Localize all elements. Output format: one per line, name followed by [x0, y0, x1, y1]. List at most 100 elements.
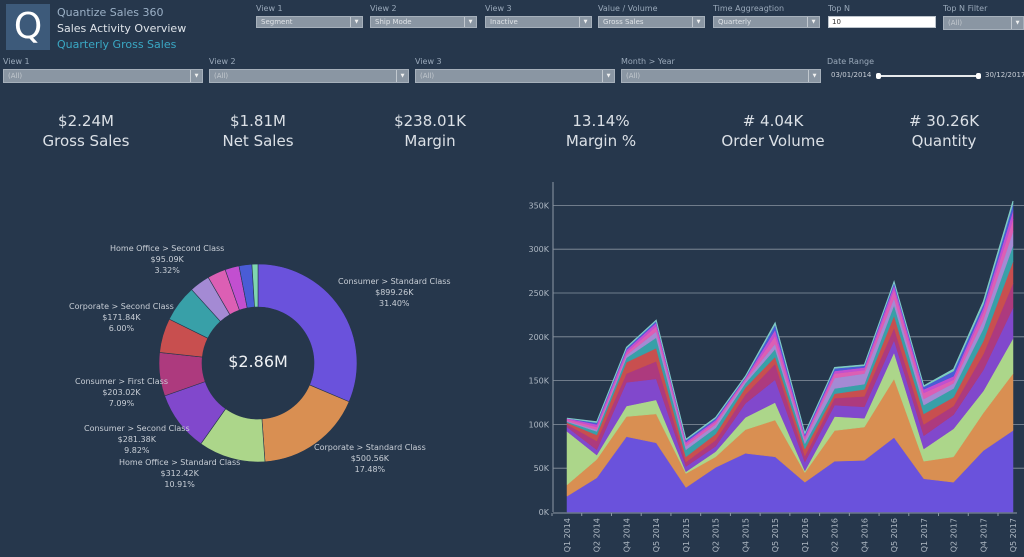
filter-view1: View 1 Segment ▼: [256, 3, 363, 28]
x-tick-label: Q4 2015: [741, 518, 750, 552]
date-range-filter: Date Range 03/01/2014 30/12/2017: [827, 56, 1024, 84]
x-tick-label: Q1 2016: [801, 518, 810, 552]
value-volume-select[interactable]: Gross Sales ▼: [598, 16, 705, 28]
view1-values-select[interactable]: (All) ▼: [3, 69, 203, 83]
x-tick-label: Q2 2014: [593, 518, 602, 552]
select-value: (All): [626, 72, 641, 80]
filter-label: Value / Volume: [598, 4, 658, 13]
x-tick-label: Q1 2015: [682, 518, 691, 552]
view3-values-select[interactable]: (All) ▼: [415, 69, 615, 83]
kpi-value: $238.01K: [394, 112, 466, 130]
select-value: (All): [948, 19, 963, 27]
date-range-label: Date Range: [827, 57, 875, 66]
donut-label: Consumer > Standard Class $899.26K 31.40…: [338, 276, 451, 309]
date-range-end: 30/12/2017: [985, 71, 1024, 79]
kpi-value: # 30.26K: [908, 112, 980, 130]
slice-name: Home Office > Standard Class: [119, 458, 241, 467]
x-tick-label: Q5 2014: [652, 518, 661, 552]
kpi-value: # 4.04K: [742, 112, 804, 130]
slider-track[interactable]: [878, 75, 978, 77]
slider-handle-start[interactable]: [876, 73, 881, 79]
y-tick-label: 250K: [528, 289, 549, 298]
filter-label: View 3: [485, 4, 512, 13]
donut-label: Corporate > Second Class $171.84K 6.00%: [69, 301, 174, 334]
chevron-down-icon[interactable]: ▼: [464, 17, 476, 27]
y-tick-label: 200K: [528, 333, 549, 342]
x-tick-label: Q5 2015: [771, 518, 780, 552]
filter-label: View 1: [3, 57, 30, 66]
x-tick-label: Q4 2016: [860, 518, 869, 552]
view2-select[interactable]: Ship Mode ▼: [370, 16, 477, 28]
select-value: Ship Mode: [375, 18, 412, 26]
chevron-down-icon[interactable]: ▼: [350, 17, 362, 27]
chevron-down-icon[interactable]: ▼: [396, 70, 408, 82]
view-title: Quarterly Gross Sales: [57, 38, 177, 51]
chevron-down-icon[interactable]: ▼: [1011, 17, 1023, 29]
date-range-slider: 03/01/2014 30/12/2017: [827, 70, 1024, 84]
slice-value: $899.26K: [375, 288, 414, 297]
slice-name: Consumer > First Class: [75, 377, 169, 386]
slice-value: $171.84K: [102, 313, 141, 322]
header-titles: Quantize Sales 360 Sales Activity Overvi…: [57, 5, 186, 53]
kpi-margin-pct: 13.14% Margin %: [516, 112, 686, 152]
view1-select[interactable]: Segment ▼: [256, 16, 363, 28]
x-tick-label: Q4 2017: [979, 518, 988, 552]
view2-values-select[interactable]: (All) ▼: [209, 69, 409, 83]
stacked-area-chart: 0K 50K 100K 150K 200K 250K 300K 350K Q1 2014 Q2 2…: [528, 182, 1024, 552]
kpi-value: $1.81M: [230, 112, 286, 130]
filter-view3-values: View 3 (All) ▼: [415, 56, 615, 83]
select-value: (All): [214, 72, 229, 80]
filter-label: View 2: [209, 57, 236, 66]
time-aggregation-select[interactable]: Quarterly ▼: [713, 16, 820, 28]
chevron-down-icon[interactable]: ▼: [190, 70, 202, 82]
chevron-down-icon[interactable]: ▼: [602, 70, 614, 82]
x-tick-label: Q5 2016: [890, 518, 899, 552]
top-n-filter-select[interactable]: (All) ▼: [943, 16, 1024, 30]
kpi-name: Margin %: [565, 132, 637, 150]
kpi-value: 13.14%: [572, 112, 630, 130]
date-range-start: 03/01/2014: [831, 71, 872, 79]
donut-label: Consumer > First Class $203.02K 7.09%: [75, 376, 168, 409]
x-tick-label: Q5 2017: [1009, 518, 1018, 552]
kpi-gross-sales: $2.24M Gross Sales: [1, 112, 171, 152]
y-tick-label: 0K: [539, 508, 550, 517]
filter-view2: View 2 Ship Mode ▼: [370, 3, 477, 28]
y-tick-label: 350K: [528, 201, 549, 210]
kpi-order-volume: # 4.04K Order Volume: [688, 112, 858, 152]
chevron-down-icon[interactable]: ▼: [579, 17, 591, 27]
filter-view3: View 3 Inactive ▼: [485, 3, 592, 28]
chevron-down-icon[interactable]: ▼: [692, 17, 704, 27]
slice-pct: 3.32%: [154, 266, 180, 275]
filter-label: View 2: [370, 4, 397, 13]
slice-pct: 7.09%: [108, 399, 135, 408]
top-n-input[interactable]: 10: [828, 16, 936, 28]
slice-name: Corporate > Second Class: [69, 302, 174, 311]
kpi-name: Quantity: [911, 132, 977, 150]
dashboard-subtitle: Sales Activity Overview: [57, 22, 187, 35]
kpi-quantity: # 30.26K Quantity: [859, 112, 1024, 152]
slice-name: Consumer > Second Class: [84, 424, 190, 433]
filter-view1-values: View 1 (All) ▼: [3, 56, 203, 83]
slice-name: Corporate > Standard Class: [314, 443, 426, 452]
x-tick-label: Q4 2014: [622, 518, 631, 552]
app-logo: Q: [6, 4, 50, 50]
slice-value: $203.02K: [102, 388, 141, 397]
x-tick-label: Q2 2017: [950, 518, 959, 552]
month-year-select[interactable]: (All) ▼: [621, 69, 821, 83]
select-value: Gross Sales: [603, 18, 644, 26]
kpi-net-sales: $1.81M Net Sales: [173, 112, 343, 152]
y-tick-label: 300K: [528, 245, 549, 254]
filter-time-aggregation: Time Aggreagtion Quarterly ▼: [713, 3, 820, 28]
chevron-down-icon[interactable]: ▼: [807, 17, 819, 27]
x-tick-label: Q1 2014: [563, 518, 572, 552]
chevron-down-icon[interactable]: ▼: [808, 70, 820, 82]
x-tick-label: Q2 2015: [712, 518, 721, 552]
kpi-value: $2.24M: [58, 112, 114, 130]
filter-month-year: Month > Year (All) ▼: [621, 56, 821, 83]
view3-select[interactable]: Inactive ▼: [485, 16, 592, 28]
donut-center-total: $2.86M: [228, 352, 288, 371]
slice-value: $95.09K: [150, 255, 184, 264]
slider-handle-end[interactable]: [976, 73, 981, 79]
filter-top-n-filter: Top N Filter (All) ▼: [943, 3, 1024, 30]
select-value: (All): [420, 72, 435, 80]
